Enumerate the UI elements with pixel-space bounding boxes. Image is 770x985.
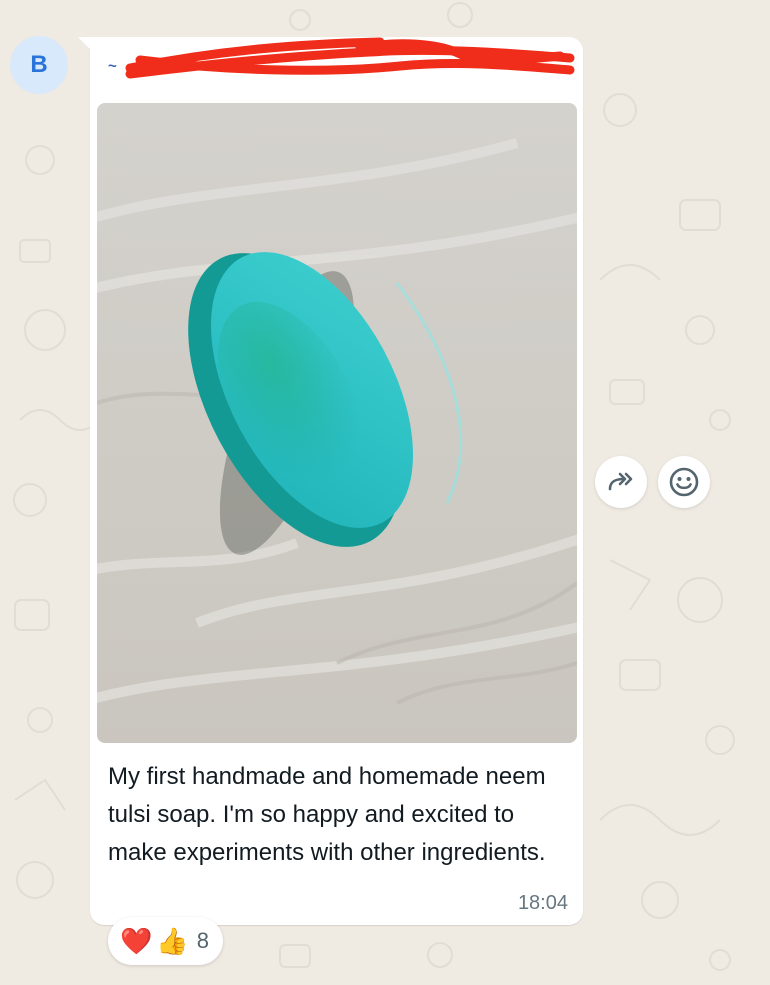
forward-icon: [608, 472, 633, 491]
forward-button[interactable]: [595, 456, 647, 508]
avatar[interactable]: B: [10, 36, 68, 94]
message-timestamp: 18:04: [517, 892, 568, 914]
soap-photo[interactable]: [97, 103, 577, 743]
reactions-pill[interactable]: ❤️ 👍 8: [108, 917, 223, 965]
heart-reaction: ❤️: [120, 926, 153, 956]
smiley-icon: [669, 467, 699, 497]
message-caption: My first handmade and homemade neem tuls…: [108, 763, 546, 866]
reaction-count: 8: [196, 928, 209, 953]
redaction-scribble: [125, 37, 575, 79]
emoji-button[interactable]: [658, 456, 710, 508]
thumbs-up-reaction: 👍: [156, 926, 189, 956]
